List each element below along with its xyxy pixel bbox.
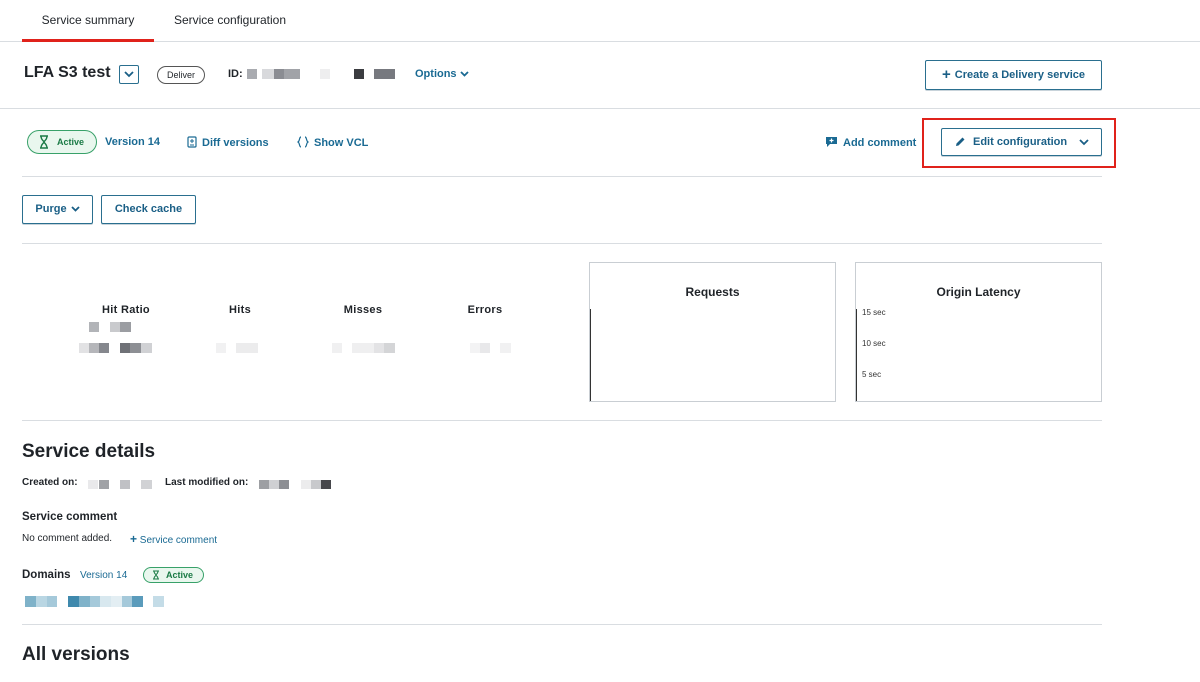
plus-icon: + [130,532,138,546]
create-delivery-service-button[interactable]: + Create a Delivery service [925,60,1102,90]
created-on-label: Created on: [22,477,78,488]
diff-versions-label: Diff versions [202,137,269,149]
tab-service-summary[interactable]: Service summary [22,0,154,42]
latency-tick-label: 15 sec [862,308,886,317]
hit-ratio-heading: Hit Ratio [102,304,150,316]
domains-heading: Domains [22,569,71,581]
misses-heading: Misses [343,304,383,316]
create-delivery-service-label: Create a Delivery service [954,69,1086,81]
add-service-comment-label: Service comment [139,535,218,546]
add-service-comment-link[interactable]: + Service comment [130,532,217,546]
cache-actions: Purge Check cache [22,177,1102,244]
purge-label: Purge [35,203,67,215]
braces-icon [296,136,310,148]
active-status-label: Active [57,137,85,147]
hourglass-icon [153,570,159,580]
active-status-badge: Active [27,130,97,154]
latency-tick-label: 5 sec [862,370,882,379]
tab-service-configuration[interactable]: Service configuration [162,0,298,42]
purge-dropdown-button[interactable]: Purge [22,195,93,224]
domains-version-link[interactable]: Version 14 [80,570,127,581]
plus-icon: + [941,66,951,83]
tab-bar: Service summary Service configuration [0,0,1200,42]
domains-active-label: Active [166,570,194,580]
all-versions-title: All versions [22,644,130,665]
hits-heading: Hits [229,304,251,316]
requests-chart-title: Requests [685,285,740,299]
hourglass-icon [40,135,48,149]
options-dropdown[interactable]: Options [415,68,469,80]
show-vcl-link[interactable]: Show VCL [296,136,369,149]
service-details-title: Service details [22,441,156,462]
version-link[interactable]: Version 14 [105,136,160,148]
origin-latency-chart-y-axis [856,309,857,401]
service-id-label: ID: [228,68,243,80]
latency-tick-label: 10 sec [862,339,886,348]
requests-chart: Requests [589,262,836,402]
diff-versions-link[interactable]: Diff versions [187,136,269,149]
service-name: LFA S3 test [24,64,111,81]
chevron-down-icon [124,71,134,78]
check-cache-button[interactable]: Check cache [101,195,196,224]
service-comment-heading: Service comment [22,511,118,523]
chevron-down-icon [70,206,80,212]
no-comment-text: No comment added. [22,533,113,544]
domains-active-badge: Active [143,567,204,583]
add-comment-link[interactable]: Add comment [825,136,916,149]
add-comment-label: Add comment [843,137,917,149]
last-modified-label: Last modified on: [165,477,249,488]
service-details-section: Service details Created on: Last modifie… [22,421,1102,625]
comment-icon [826,137,837,147]
edit-configuration-highlight [922,118,1116,168]
stats-panel: Hit Ratio Hits Misses Errors Requests Or… [22,244,1102,421]
errors-heading: Errors [467,304,503,316]
origin-latency-chart-title: Origin Latency [936,285,1021,299]
options-label: Options [415,68,457,80]
document-icon [187,136,197,148]
chevron-down-icon [459,71,469,77]
requests-chart-y-axis [590,309,591,401]
service-header: LFA S3 test Deliver ID: Options + Create … [0,42,1200,109]
service-type-badge: Deliver [157,66,206,84]
show-vcl-label: Show VCL [314,137,369,149]
origin-latency-chart: Origin Latency 15 sec 10 sec 5 sec [855,262,1102,402]
service-switcher-button[interactable] [119,65,139,84]
